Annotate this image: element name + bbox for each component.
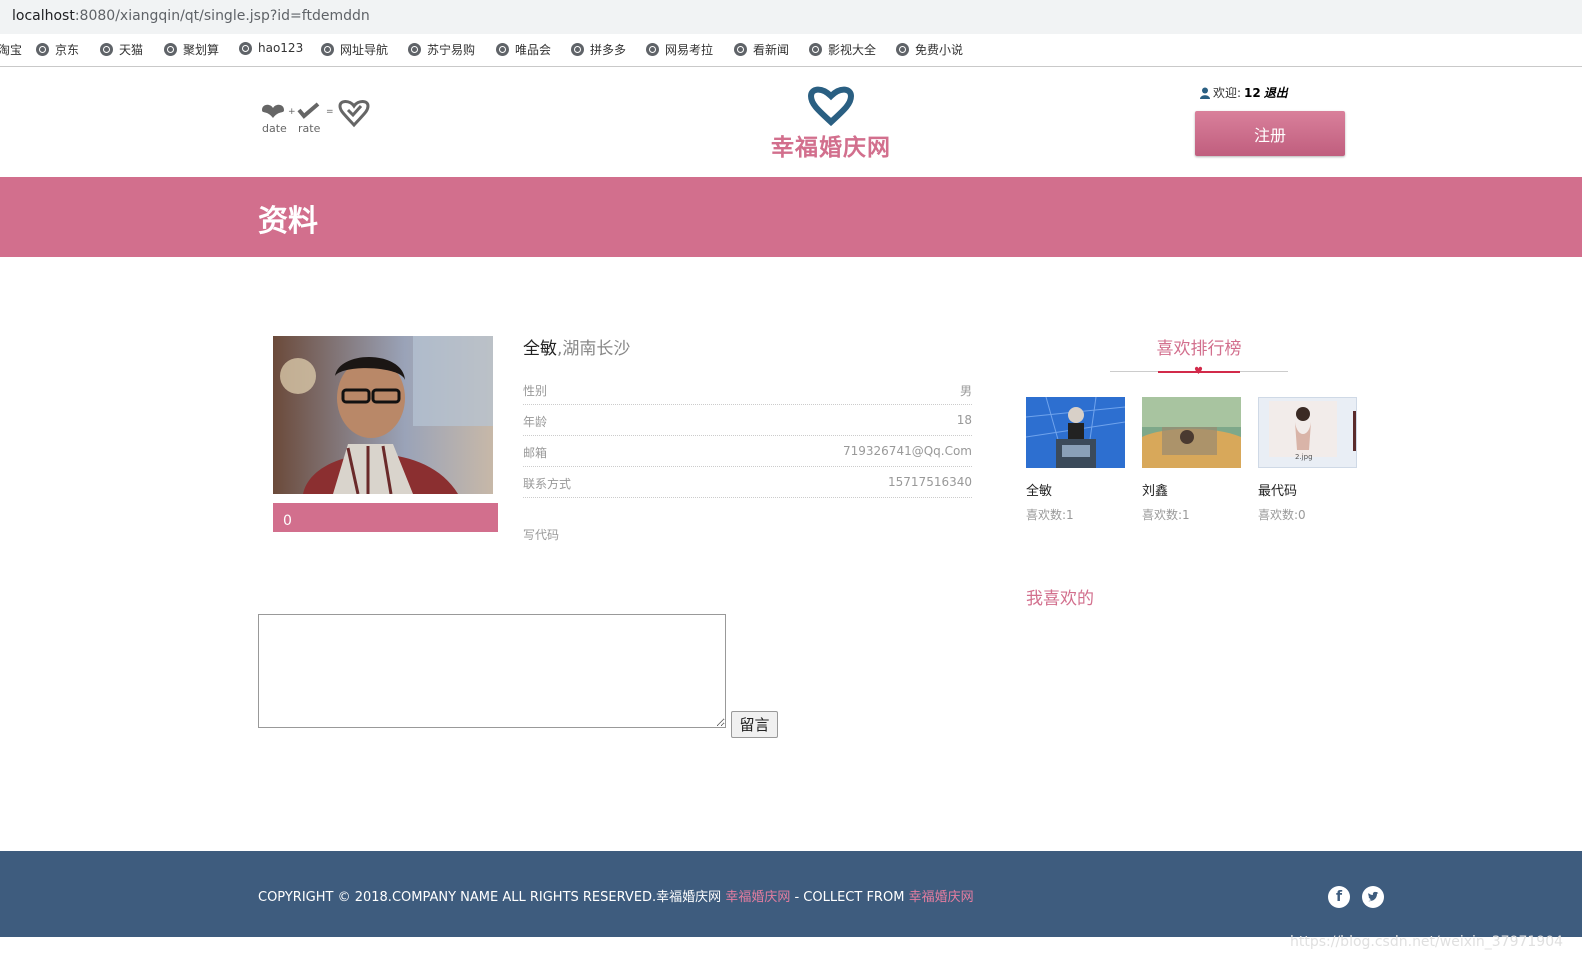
- ranking-card-name[interactable]: 全敏: [1026, 480, 1052, 499]
- info-row-email: 邮箱 719326741@Qq.Com: [523, 436, 972, 467]
- logout-link[interactable]: 退出: [1264, 84, 1288, 101]
- ranking-card-likes: 喜欢数:0: [1258, 508, 1306, 522]
- field-label: 年龄: [523, 415, 548, 429]
- like-count: 0: [283, 513, 292, 529]
- profile-location: ,湖南长沙: [557, 339, 631, 359]
- copyright-text: COPYRIGHT © 2018.COMPANY NAME ALL RIGHTS…: [258, 890, 974, 905]
- heart-icon: ♥: [1194, 366, 1203, 377]
- bookmark-item[interactable]: 京东: [36, 41, 79, 58]
- image-caption: 2.jpg: [1295, 453, 1313, 461]
- bookmark-item[interactable]: 免费小说: [896, 41, 963, 58]
- ranking-card-image[interactable]: [1026, 397, 1125, 468]
- ranking-card-likes: 喜欢数:1: [1026, 508, 1074, 522]
- profile-name-line: 全敏,湖南长沙: [523, 334, 630, 359]
- ranking-title: 喜欢排行榜: [1156, 339, 1242, 359]
- field-value: 719326741@Qq.Com: [843, 444, 972, 458]
- globe-icon: [100, 43, 113, 56]
- like-count-bar[interactable]: 0: [273, 503, 498, 532]
- user-icon: [1200, 87, 1210, 99]
- globe-icon: [496, 43, 509, 56]
- globe-icon: [36, 43, 49, 56]
- field-value: 18: [956, 413, 972, 427]
- ranking-card-likes: 喜欢数:1: [1142, 508, 1190, 522]
- footer-link[interactable]: 幸福婚庆网: [909, 890, 974, 905]
- rate-label: rate: [298, 122, 321, 135]
- twitter-icon[interactable]: [1362, 886, 1384, 908]
- bookmark-item[interactable]: 苏宁易购: [408, 41, 475, 58]
- my-likes-title: 我喜欢的: [1026, 589, 1094, 609]
- info-row-contact: 联系方式 15717516340: [523, 467, 972, 498]
- bookmark-item[interactable]: 网易考拉: [646, 41, 713, 58]
- ranking-card-image[interactable]: [1142, 397, 1241, 468]
- site-logo[interactable]: 幸福婚庆网: [766, 82, 896, 162]
- comment-submit-button[interactable]: 留言: [731, 711, 778, 738]
- footer-link[interactable]: 幸福婚庆网: [725, 890, 790, 905]
- globe-icon: [646, 43, 659, 56]
- bookmark-item[interactable]: hao123: [239, 41, 303, 55]
- welcome-bar: 欢迎: 12 退出: [1200, 84, 1288, 101]
- date-rate-logo[interactable]: + = date rate: [262, 100, 382, 140]
- field-label: 性别: [523, 384, 548, 398]
- globe-icon: [571, 43, 584, 56]
- carousel-edge: [1353, 411, 1356, 451]
- page-title: 资料: [258, 204, 318, 239]
- bookmark-item[interactable]: 影视大全: [809, 41, 876, 58]
- bookmark-item[interactable]: 看新闻: [734, 41, 789, 58]
- ranking-card-image[interactable]: 2.jpg: [1258, 397, 1357, 468]
- field-value: 男: [959, 384, 972, 398]
- site-title: 幸福婚庆网: [771, 135, 891, 161]
- globe-icon: [239, 41, 252, 55]
- globe-icon: [809, 43, 822, 56]
- bookmarks-bar: 淘宝 京东 天猫 聚划算 hao123 网址导航 苏宁易购 唯品会 拼多多 网易…: [0, 34, 1582, 67]
- date-label: date: [262, 122, 287, 135]
- info-row-gender: 性别 男: [523, 374, 972, 405]
- ranking-card-name[interactable]: 最代码: [1258, 480, 1297, 499]
- heart-icon: [808, 86, 854, 126]
- ranking-card-name[interactable]: 刘鑫: [1142, 480, 1168, 499]
- comment-textarea[interactable]: [258, 614, 726, 728]
- globe-icon: [321, 43, 334, 56]
- bookmark-item[interactable]: 天猫: [100, 41, 143, 58]
- globe-icon: [408, 43, 421, 56]
- profile-photo: [273, 336, 493, 494]
- watermark: https://blog.csdn.net/weixin_37971904: [1290, 934, 1564, 950]
- bookmark-item[interactable]: 聚划算: [164, 41, 219, 58]
- welcome-prefix: 欢迎:: [1213, 86, 1242, 100]
- field-label: 邮箱: [523, 446, 548, 460]
- svg-text:+: +: [288, 107, 296, 117]
- bookmark-item[interactable]: 淘宝: [0, 41, 22, 58]
- address-bar[interactable]: localhost:8080/xiangqin/qt/single.jsp?id…: [0, 0, 1582, 34]
- field-value: 15717516340: [888, 475, 972, 489]
- bookmark-item[interactable]: 拼多多: [571, 41, 626, 58]
- globe-icon: [734, 43, 747, 56]
- info-row-age: 年龄 18: [523, 405, 972, 436]
- facebook-icon[interactable]: f: [1328, 886, 1350, 908]
- register-button[interactable]: 注册: [1195, 111, 1345, 156]
- svg-text:=: =: [326, 107, 334, 117]
- bookmark-item[interactable]: 唯品会: [496, 41, 551, 58]
- profile-motto: 写代码: [523, 528, 560, 542]
- profile-name: 全敏: [523, 339, 557, 359]
- bookmark-item[interactable]: 网址导航: [321, 41, 388, 58]
- globe-icon: [164, 43, 177, 56]
- username: 12: [1244, 85, 1261, 100]
- globe-icon: [896, 43, 909, 56]
- page-banner: [0, 177, 1582, 257]
- url-text[interactable]: localhost:8080/xiangqin/qt/single.jsp?id…: [12, 8, 370, 24]
- field-label: 联系方式: [523, 477, 572, 491]
